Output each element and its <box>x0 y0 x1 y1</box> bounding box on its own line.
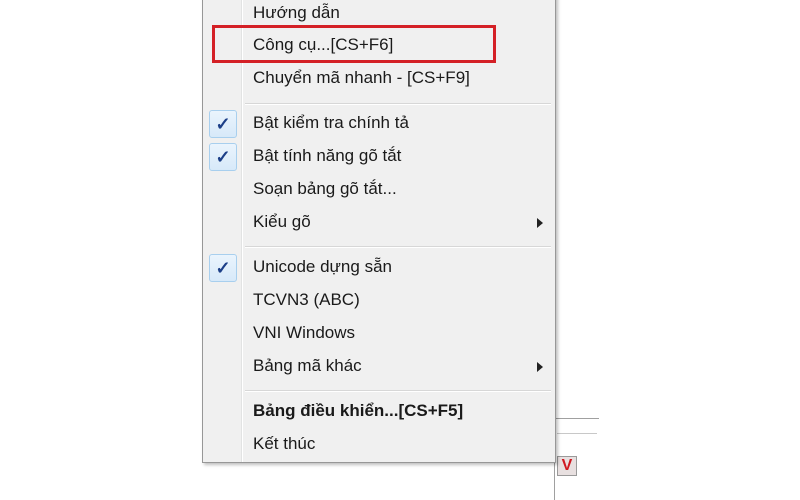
menu-item-unicode-dung-san[interactable]: ✓ Unicode dựng sẵn <box>205 252 553 282</box>
menu-item-label: VNI Windows <box>253 323 356 342</box>
tray-icon[interactable]: V <box>557 456 577 476</box>
menu-item-label: Bật kiểm tra chính tả <box>253 113 409 132</box>
menu-item-label: Unicode dựng sẵn <box>253 257 392 276</box>
menu-item-soan-bang-go-tat[interactable]: Soạn bảng gõ tắt... <box>205 174 553 204</box>
menu-item-bang-dieu-khien[interactable]: Bảng điều khiển...[CS+F5] <box>205 396 553 426</box>
menu-item-label: Hướng dẫn <box>253 3 340 22</box>
menu-separator <box>245 390 551 392</box>
menu-item-label: Bảng điều khiển...[CS+F5] <box>253 401 464 420</box>
menu-item-label: Kết thúc <box>253 434 316 453</box>
menu-separator <box>245 103 551 105</box>
checkmark-icon: ✓ <box>209 110 237 138</box>
menu-item-label: Soạn bảng gõ tắt... <box>253 179 397 198</box>
menu-item-vni-windows[interactable]: VNI Windows <box>205 318 553 348</box>
menu-item-label: Chuyển mã nhanh - [CS+F9] <box>253 68 470 87</box>
menu-item-label: Bảng mã khác <box>253 356 362 375</box>
highlight-frame <box>212 25 496 63</box>
menu-item-kiem-tra-chinh-ta[interactable]: ✓ Bật kiểm tra chính tả <box>205 108 553 138</box>
menu-item-chuyen-ma-nhanh[interactable]: Chuyển mã nhanh - [CS+F9] <box>205 63 553 93</box>
chevron-right-icon <box>537 218 543 228</box>
menu-item-ket-thuc[interactable]: Kết thúc <box>205 429 553 459</box>
menu-item-go-tat[interactable]: ✓ Bật tính năng gõ tắt <box>205 141 553 171</box>
menu-item-bang-ma-khac[interactable]: Bảng mã khác <box>205 351 553 381</box>
context-menu: Hướng dẫn Công cụ...[CS+F6] Chuyển mã nh… <box>202 0 556 463</box>
menu-item-huong-dan[interactable]: Hướng dẫn <box>205 0 553 28</box>
checkmark-icon: ✓ <box>209 143 237 171</box>
checkmark-icon: ✓ <box>209 254 237 282</box>
menu-item-kieu-go[interactable]: Kiểu gõ <box>205 207 553 237</box>
menu-separator <box>245 246 551 248</box>
chevron-right-icon <box>537 362 543 372</box>
menu-item-label: Bật tính năng gõ tắt <box>253 146 402 165</box>
menu-item-tcvn3[interactable]: TCVN3 (ABC) <box>205 285 553 315</box>
desktop: V Hướng dẫn Công cụ...[CS+F6] Chuyển mã … <box>0 0 800 500</box>
menu-item-label: Kiểu gõ <box>253 212 311 231</box>
menu-item-label: TCVN3 (ABC) <box>253 290 360 309</box>
